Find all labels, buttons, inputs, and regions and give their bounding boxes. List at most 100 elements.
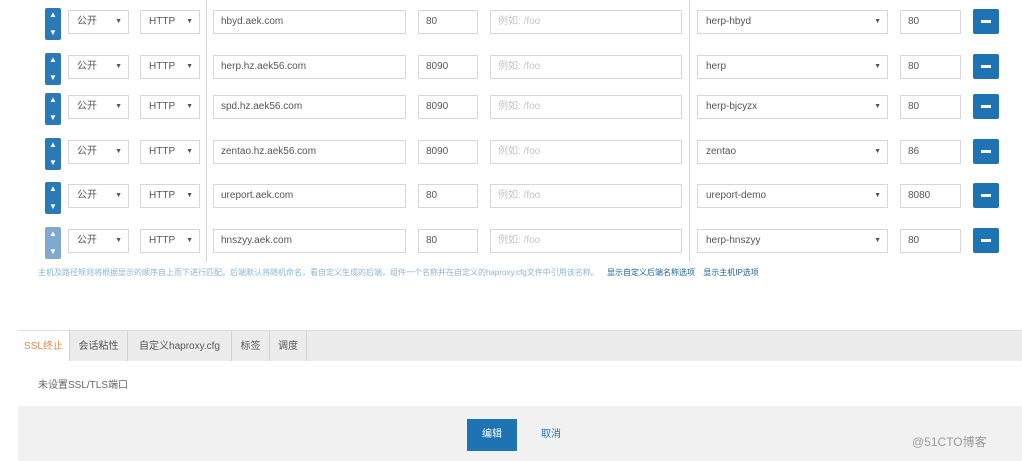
- backend-port-input[interactable]: 80: [900, 95, 961, 119]
- ssl-status-message: 未设置SSL/TLS端口: [38, 380, 129, 391]
- chevron-down-icon: ▼: [874, 103, 881, 110]
- protocol-select[interactable]: HTTP ▼: [140, 55, 200, 79]
- chevron-down-icon[interactable]: ▼: [49, 203, 57, 211]
- chevron-down-icon: ▼: [874, 237, 881, 244]
- backend-select[interactable]: herp-hnszyy ▼: [697, 229, 888, 253]
- access-select[interactable]: 公开 ▼: [68, 95, 129, 119]
- backend-select[interactable]: herp-bjcyzx ▼: [697, 95, 888, 119]
- access-select[interactable]: 公开 ▼: [68, 229, 129, 253]
- backend-port-input[interactable]: 80: [900, 55, 961, 79]
- path-input[interactable]: 例如: /foo: [490, 229, 682, 253]
- chevron-down-icon: ▼: [186, 18, 193, 25]
- host-input[interactable]: hnszyy.aek.com: [213, 229, 406, 253]
- chevron-down-icon: ▼: [186, 192, 193, 199]
- reorder-control[interactable]: ▲ ▼: [45, 138, 61, 170]
- protocol-select[interactable]: HTTP ▼: [140, 140, 200, 164]
- chevron-up-icon[interactable]: ▲: [49, 96, 57, 104]
- chevron-down-icon[interactable]: ▼: [49, 159, 57, 167]
- path-input[interactable]: 例如: /foo: [490, 184, 682, 208]
- edit-button[interactable]: 编辑: [467, 419, 517, 451]
- chevron-down-icon: ▼: [874, 148, 881, 155]
- path-input[interactable]: 例如: /foo: [490, 140, 682, 164]
- tab-bar: SSL终止 会话粘性 自定义haproxy.cfg 标签 调度: [18, 330, 1022, 362]
- reorder-control[interactable]: ▲ ▼: [45, 227, 61, 259]
- access-select[interactable]: 公开 ▼: [68, 140, 129, 164]
- rule-row: ▲ ▼ 公开 ▼ HTTP ▼ hbyd.aek.com 80 例如: /foo h…: [0, 7, 1022, 43]
- watermark: @51CTO博客: [912, 435, 987, 449]
- path-input[interactable]: 例如: /foo: [490, 55, 682, 79]
- protocol-select[interactable]: HTTP ▼: [140, 10, 200, 34]
- chevron-up-icon[interactable]: ▲: [49, 230, 57, 238]
- rule-row: ▲ ▼ 公开 ▼ HTTP ▼ hnszyy.aek.com 80 例如: /foo…: [0, 226, 1022, 262]
- protocol-select[interactable]: HTTP ▼: [140, 229, 200, 253]
- chevron-down-icon: ▼: [186, 148, 193, 155]
- backend-select[interactable]: herp-hbyd ▼: [697, 10, 888, 34]
- access-select[interactable]: 公开 ▼: [68, 184, 129, 208]
- chevron-down-icon: ▼: [874, 63, 881, 70]
- protocol-select[interactable]: HTTP ▼: [140, 184, 200, 208]
- chevron-down-icon: ▼: [115, 237, 122, 244]
- port-input[interactable]: 8090: [418, 95, 478, 119]
- tab-ssl-termination[interactable]: SSL终止: [18, 331, 70, 362]
- chevron-down-icon: ▼: [186, 103, 193, 110]
- backend-select[interactable]: zentao ▼: [697, 140, 888, 164]
- backend-select[interactable]: ureport-demo ▼: [697, 184, 888, 208]
- host-input[interactable]: ureport.aek.com: [213, 184, 406, 208]
- host-input[interactable]: zentao.hz.aek56.com: [213, 140, 406, 164]
- chevron-down-icon: ▼: [115, 148, 122, 155]
- chevron-down-icon[interactable]: ▼: [49, 114, 57, 122]
- chevron-up-icon[interactable]: ▲: [49, 11, 57, 19]
- chevron-down-icon[interactable]: ▼: [49, 248, 57, 256]
- chevron-down-icon[interactable]: ▼: [49, 29, 57, 37]
- chevron-up-icon[interactable]: ▲: [49, 56, 57, 64]
- port-input[interactable]: 8090: [418, 55, 478, 79]
- cancel-button[interactable]: 取消: [531, 419, 571, 451]
- rule-row: ▲ ▼ 公开 ▼ HTTP ▼ zentao.hz.aek56.com 8090 例…: [0, 137, 1022, 173]
- remove-rule-button[interactable]: [973, 9, 999, 34]
- port-input[interactable]: 80: [418, 229, 478, 253]
- remove-rule-button[interactable]: [973, 139, 999, 164]
- rule-row: ▲ ▼ 公开 ▼ HTTP ▼ spd.hz.aek56.com 8090 例如: …: [0, 92, 1022, 128]
- tab-session-stickiness[interactable]: 会话粘性: [70, 331, 128, 362]
- tab-custom-haproxy[interactable]: 自定义haproxy.cfg: [128, 331, 232, 362]
- access-select[interactable]: 公开 ▼: [68, 55, 129, 79]
- chevron-down-icon: ▼: [115, 103, 122, 110]
- backend-port-input[interactable]: 80: [900, 229, 961, 253]
- remove-rule-button[interactable]: [973, 54, 999, 79]
- backend-port-input[interactable]: 86: [900, 140, 961, 164]
- chevron-down-icon: ▼: [115, 192, 122, 199]
- show-custom-backend-link[interactable]: 显示自定义后端名称选项: [607, 268, 695, 277]
- reorder-control[interactable]: ▲ ▼: [45, 53, 61, 85]
- path-input[interactable]: 例如: /foo: [490, 95, 682, 119]
- chevron-up-icon[interactable]: ▲: [49, 185, 57, 193]
- protocol-select[interactable]: HTTP ▼: [140, 95, 200, 119]
- host-input[interactable]: hbyd.aek.com: [213, 10, 406, 34]
- remove-rule-button[interactable]: [973, 228, 999, 253]
- remove-rule-button[interactable]: [973, 183, 999, 208]
- form-footer: 编辑 取消: [18, 406, 1022, 461]
- tab-scheduling[interactable]: 调度: [270, 331, 307, 362]
- rules-hint: 主机及路径规则将根据显示的顺序自上而下进行匹配。后端默认将随机命名，看自定义生成…: [38, 267, 938, 278]
- rule-rows: ▲ ▼ 公开 ▼ HTTP ▼ hbyd.aek.com 80 例如: /foo h…: [0, 0, 1022, 262]
- reorder-control[interactable]: ▲ ▼: [45, 93, 61, 125]
- show-host-ip-link[interactable]: 显示主机IP选项: [703, 268, 759, 277]
- host-input[interactable]: herp.hz.aek56.com: [213, 55, 406, 79]
- reorder-control[interactable]: ▲ ▼: [45, 182, 61, 214]
- port-input[interactable]: 80: [418, 10, 478, 34]
- backend-port-input[interactable]: 80: [900, 10, 961, 34]
- access-select[interactable]: 公开 ▼: [68, 10, 129, 34]
- port-input[interactable]: 8090: [418, 140, 478, 164]
- chevron-down-icon: ▼: [186, 237, 193, 244]
- port-input[interactable]: 80: [418, 184, 478, 208]
- backend-port-input[interactable]: 8080: [900, 184, 961, 208]
- chevron-down-icon[interactable]: ▼: [49, 74, 57, 82]
- chevron-down-icon: ▼: [115, 63, 122, 70]
- backend-select[interactable]: herp ▼: [697, 55, 888, 79]
- reorder-control[interactable]: ▲ ▼: [45, 8, 61, 40]
- remove-rule-button[interactable]: [973, 94, 999, 119]
- tab-labels[interactable]: 标签: [232, 331, 270, 362]
- hint-text: 主机及路径规则将根据显示的顺序自上而下进行匹配。后端默认将随机命名，看自定义生成…: [38, 268, 599, 277]
- chevron-up-icon[interactable]: ▲: [49, 141, 57, 149]
- host-input[interactable]: spd.hz.aek56.com: [213, 95, 406, 119]
- path-input[interactable]: 例如: /foo: [490, 10, 682, 34]
